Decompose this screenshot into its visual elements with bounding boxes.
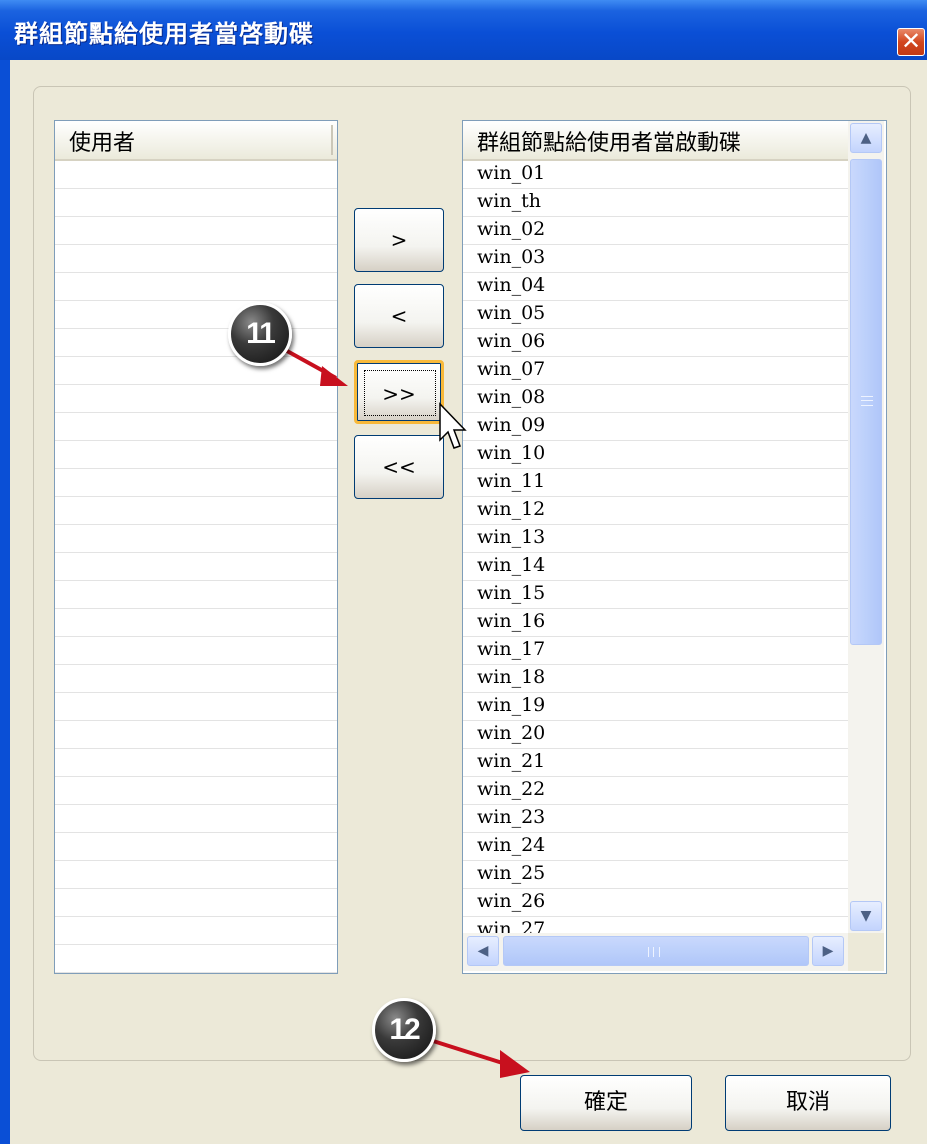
step-badge-11: 11 <box>228 302 292 366</box>
mouse-cursor-icon <box>439 402 467 449</box>
step-badge-12: 12 <box>372 998 436 1062</box>
arrow-head-icon <box>320 366 348 386</box>
annotation-overlay <box>277 344 530 1078</box>
step-badge-11-label: 11 <box>246 317 276 350</box>
annotation-arrow <box>429 1038 513 1068</box>
arrow-head-icon <box>500 1050 530 1078</box>
step-badge-12-label: 12 <box>389 1013 420 1046</box>
